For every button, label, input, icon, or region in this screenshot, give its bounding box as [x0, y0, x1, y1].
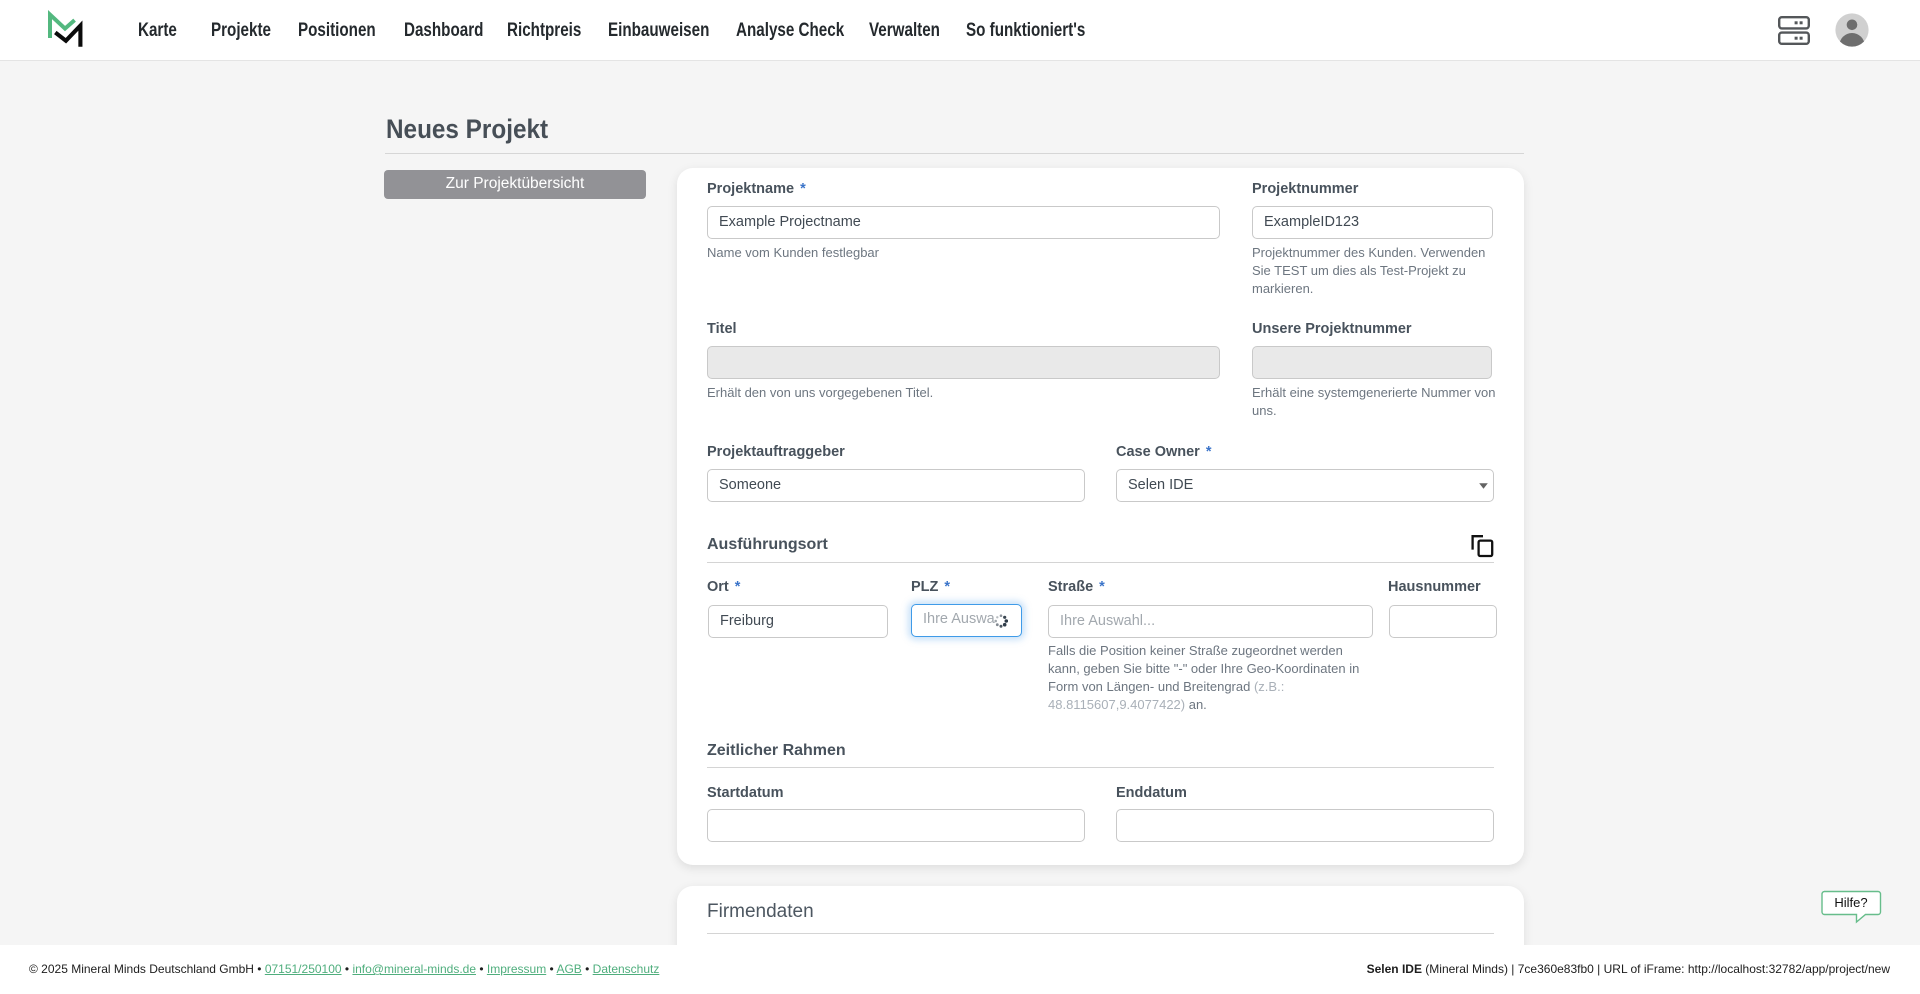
svg-text:Hilfe?: Hilfe? — [1834, 895, 1867, 910]
